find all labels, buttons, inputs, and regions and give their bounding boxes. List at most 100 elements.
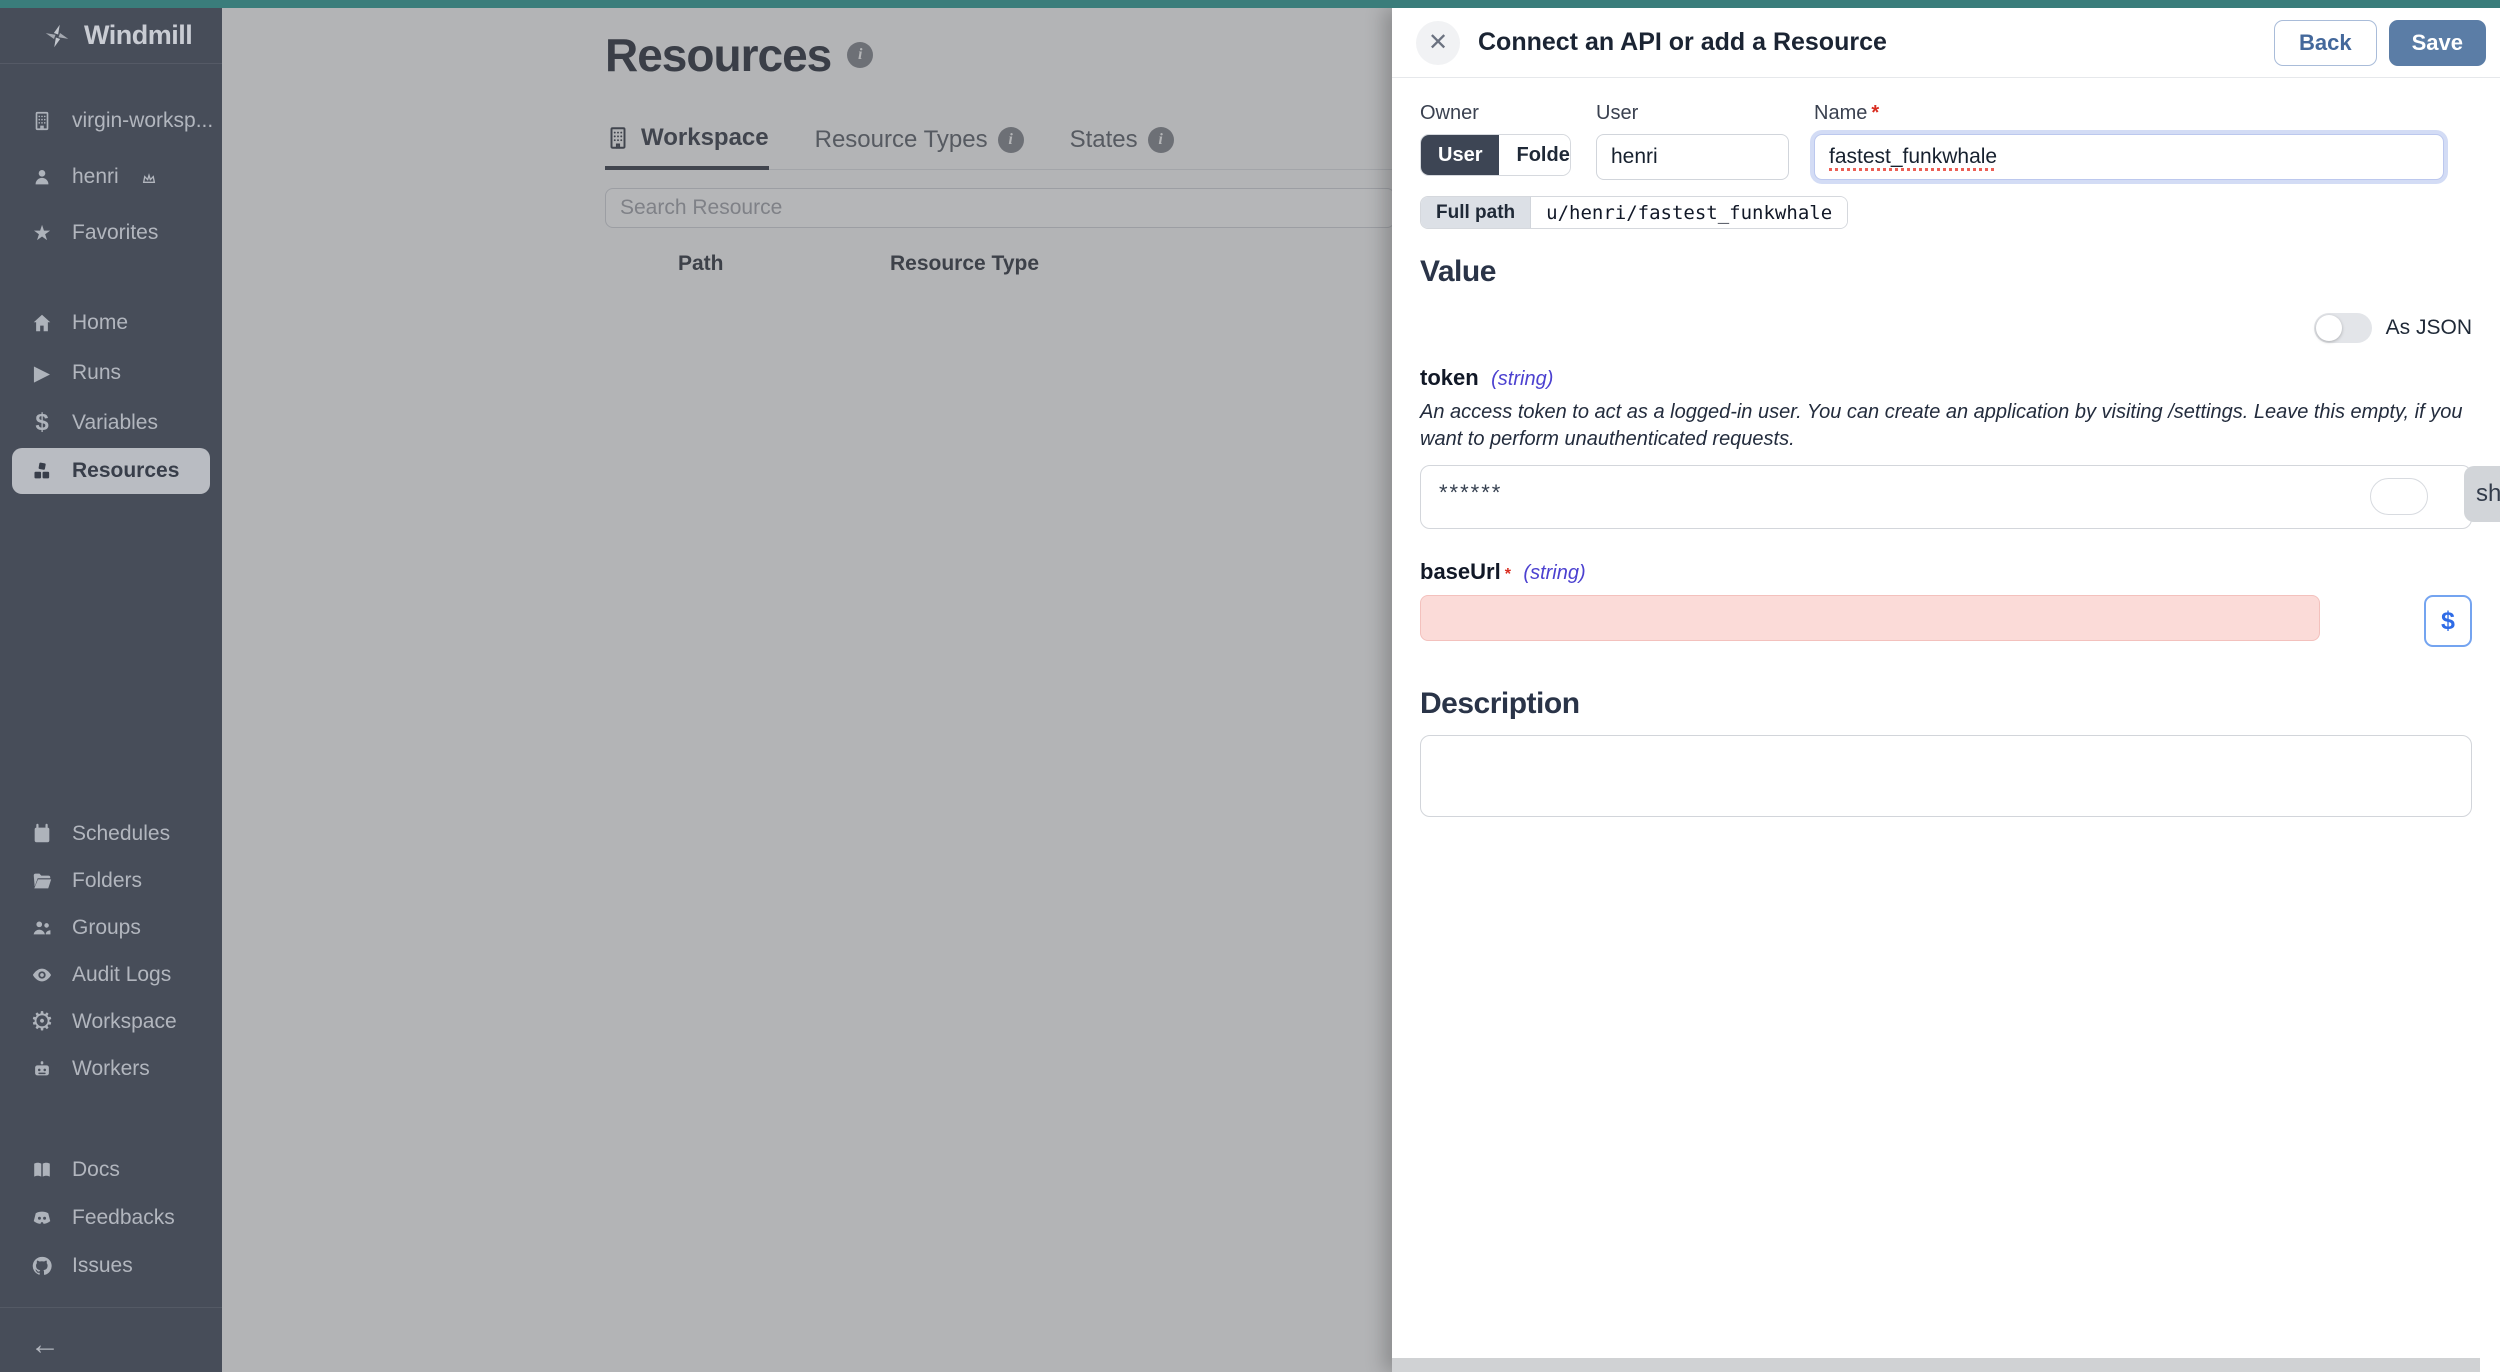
- sidebar-item-issues[interactable]: Issues: [0, 1242, 222, 1290]
- add-resource-drawer: ✕ Connect an API or add a Resource Back …: [1392, 8, 2500, 1372]
- sidebar-item-workers[interactable]: Workers: [0, 1045, 222, 1092]
- token-input-wrap: [1420, 465, 2472, 529]
- horizontal-scrollbar[interactable]: [1392, 1358, 2480, 1372]
- sidebar: Windmill virgin-worksp... henri ★ F: [0, 8, 222, 1372]
- tab-workspace[interactable]: Workspace: [605, 110, 769, 170]
- dollar-icon: $: [30, 411, 54, 435]
- sidebar-admin-menu: Schedules Folders Groups Audit Logs: [0, 810, 222, 1092]
- sidebar-item-label: Audit Logs: [72, 963, 171, 987]
- sidebar-item-docs[interactable]: Docs: [0, 1146, 222, 1194]
- user-label: User: [1596, 102, 1789, 125]
- toggle-knob: [2316, 315, 2342, 341]
- info-icon[interactable]: i: [1148, 127, 1174, 153]
- value-heading: Value: [1420, 255, 2472, 289]
- workspace-name: virgin-worksp...: [72, 109, 213, 133]
- sidebar-item-feedbacks[interactable]: Feedbacks: [0, 1194, 222, 1242]
- user-input[interactable]: [1596, 134, 1789, 180]
- token-description: An access token to act as a logged-in us…: [1420, 399, 2472, 453]
- calendar-icon: [30, 822, 54, 846]
- sidebar-main-menu: Home ▶ Runs $ Variables Resources: [0, 298, 222, 494]
- tab-resource-types[interactable]: Resource Types i: [815, 110, 1024, 170]
- sidebar-item-resources[interactable]: Resources: [12, 448, 210, 494]
- sidebar-item-favorites[interactable]: ★ Favorites: [0, 205, 222, 261]
- page-title: Resources: [605, 28, 831, 82]
- back-button[interactable]: Back: [2274, 20, 2377, 66]
- token-type: (string): [1491, 368, 1553, 390]
- tab-states[interactable]: States i: [1070, 110, 1174, 170]
- app-logo[interactable]: Windmill: [0, 8, 222, 64]
- sidebar-item-groups[interactable]: Groups: [0, 904, 222, 951]
- sidebar-footer-menu: Docs Feedbacks Issues: [0, 1146, 222, 1290]
- save-button[interactable]: Save: [2389, 20, 2486, 66]
- crown-icon: [141, 169, 157, 185]
- cubes-icon: [30, 459, 54, 483]
- sidebar-item-schedules[interactable]: Schedules: [0, 810, 222, 857]
- search-input[interactable]: [605, 188, 1395, 228]
- baseurl-input[interactable]: [1420, 595, 2320, 641]
- sidebar-item-workspace-settings[interactable]: ⚙ Workspace: [0, 998, 222, 1045]
- token-input[interactable]: [1420, 465, 2472, 529]
- sidebar-item-label: Workspace: [72, 1010, 177, 1034]
- info-icon[interactable]: i: [847, 42, 873, 68]
- sidebar-item-home[interactable]: Home: [0, 298, 222, 348]
- column-header-path: Path: [678, 252, 724, 276]
- sidebar-item-user[interactable]: henri: [0, 149, 222, 205]
- sidebar-item-label: Feedbacks: [72, 1206, 175, 1230]
- discord-icon: [30, 1206, 54, 1230]
- close-icon[interactable]: ✕: [1416, 21, 1460, 65]
- owner-segmented-control: User Folder: [1420, 134, 1571, 176]
- groups-icon: [30, 916, 54, 940]
- sidebar-item-label: Favorites: [72, 221, 158, 245]
- name-input[interactable]: fastest_funkwhale: [1814, 134, 2444, 180]
- full-path-display: Full path u/henri/fastest_funkwhale: [1420, 196, 1848, 229]
- as-json-row: As JSON: [1420, 313, 2472, 343]
- folder-icon: [30, 869, 54, 893]
- sidebar-item-label: Runs: [72, 361, 121, 385]
- reveal-password-pill[interactable]: [2370, 478, 2428, 515]
- info-icon[interactable]: i: [998, 127, 1024, 153]
- sidebar-workspace-group: virgin-worksp... henri ★ Favorites: [0, 93, 222, 261]
- baseurl-type: (string): [1523, 562, 1585, 584]
- sidebar-item-label: Docs: [72, 1158, 120, 1182]
- as-json-label: As JSON: [2386, 316, 2472, 340]
- token-field: token (string) An access token to act as…: [1420, 365, 2472, 529]
- token-label-row: token (string): [1420, 365, 2472, 391]
- sidebar-item-label: Issues: [72, 1254, 133, 1278]
- gear-icon: ⚙: [30, 1010, 54, 1034]
- sidebar-item-label: Resources: [72, 459, 179, 483]
- show-password-clipped-button[interactable]: sh: [2464, 466, 2500, 522]
- bot-icon: [30, 1057, 54, 1081]
- sidebar-item-label: Schedules: [72, 822, 170, 846]
- user-icon: [30, 165, 54, 189]
- collapse-sidebar-button[interactable]: ←: [0, 1320, 222, 1370]
- building-icon: [605, 125, 631, 151]
- name-value: fastest_funkwhale: [1829, 145, 1997, 169]
- sidebar-item-audit-logs[interactable]: Audit Logs: [0, 951, 222, 998]
- app-title: Windmill: [84, 20, 192, 51]
- sidebar-item-label: Variables: [72, 411, 158, 435]
- resources-tabs: Workspace Resource Types i States i: [605, 110, 1395, 170]
- column-header-resource-type: Resource Type: [890, 252, 1039, 276]
- owner-label: Owner: [1420, 102, 1571, 125]
- owner-option-folder[interactable]: Folder: [1499, 135, 1571, 175]
- drawer-header: ✕ Connect an API or add a Resource Back …: [1392, 8, 2500, 78]
- github-icon: [30, 1254, 54, 1278]
- name-field: Name* fastest_funkwhale: [1814, 102, 2444, 180]
- token-label: token: [1420, 365, 1479, 390]
- sidebar-item-label: Groups: [72, 916, 141, 940]
- baseurl-field: baseUrl* (string) $: [1420, 559, 2472, 647]
- as-json-toggle[interactable]: [2314, 313, 2372, 343]
- required-asterisk: *: [1505, 566, 1511, 583]
- sidebar-item-variables[interactable]: $ Variables: [0, 398, 222, 448]
- sidebar-item-folders[interactable]: Folders: [0, 857, 222, 904]
- variable-picker-button[interactable]: $: [2424, 595, 2472, 647]
- sidebar-item-label: Workers: [72, 1057, 150, 1081]
- username: henri: [72, 165, 119, 189]
- sidebar-item-workspace-selector[interactable]: virgin-worksp...: [0, 93, 222, 149]
- owner-option-user[interactable]: User: [1421, 135, 1499, 175]
- description-textarea[interactable]: [1420, 735, 2472, 817]
- sidebar-item-runs[interactable]: ▶ Runs: [0, 348, 222, 398]
- owner-field: Owner User Folder: [1420, 102, 1571, 180]
- sidebar-item-label: Home: [72, 311, 128, 335]
- name-label: Name*: [1814, 102, 2444, 125]
